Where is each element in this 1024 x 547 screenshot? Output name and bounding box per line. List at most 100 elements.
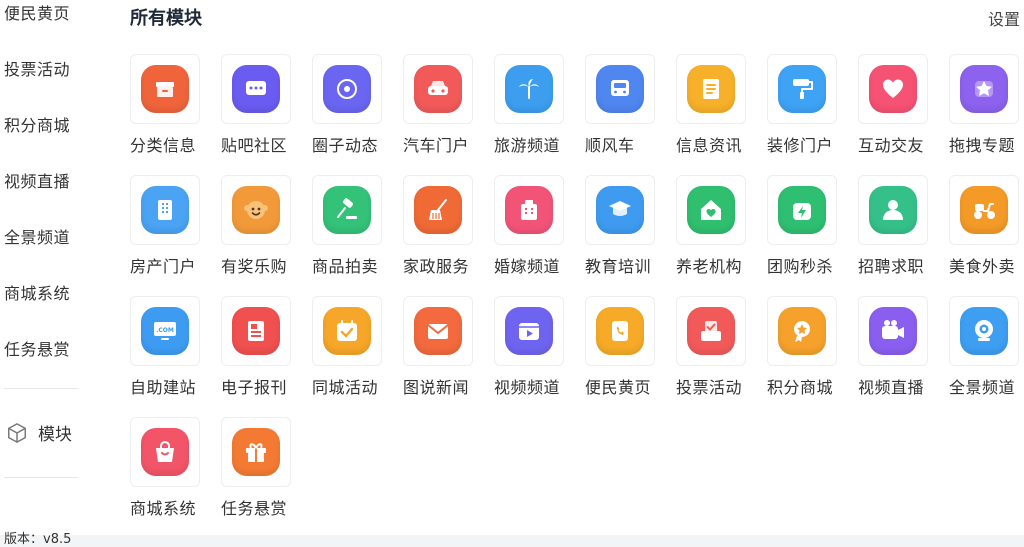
module-icon-frame[interactable]	[494, 296, 564, 366]
sidebar: 便民黄页 投票活动 积分商城 视频直播 全景频道 商城系统 任务悬赏 模块 版本…	[0, 0, 104, 547]
module-icon-frame[interactable]: .COM	[130, 296, 200, 366]
module-tile[interactable]: 贴吧社区	[221, 54, 312, 175]
module-label: 房产门户	[130, 257, 197, 276]
module-tile[interactable]: 视频频道	[494, 296, 585, 417]
module-tile[interactable]: 投票活动	[676, 296, 767, 417]
live-camera-icon	[869, 307, 917, 355]
module-icon-frame[interactable]	[858, 175, 928, 245]
video-icon	[505, 307, 553, 355]
sidebar-item-points-mall[interactable]: 积分商城	[4, 112, 70, 136]
module-tile[interactable]: .COM 自助建站	[130, 296, 221, 417]
sidebar-item-mall-system[interactable]: 商城系统	[4, 280, 70, 304]
module-icon-frame[interactable]	[676, 54, 746, 124]
module-icon-frame[interactable]	[949, 296, 1019, 366]
module-tile[interactable]: 养老机构	[676, 175, 767, 296]
module-icon-frame[interactable]	[494, 54, 564, 124]
gift-icon	[232, 428, 280, 476]
ballot-icon	[687, 307, 735, 355]
module-tile[interactable]: 顺风车	[585, 54, 676, 175]
module-icon-frame[interactable]	[767, 175, 837, 245]
module-tile[interactable]: 装修门户	[767, 54, 858, 175]
module-tile[interactable]: 电子报刊	[221, 296, 312, 417]
sidebar-item-live-video[interactable]: 视频直播	[4, 168, 70, 192]
module-label: 贴吧社区	[221, 136, 288, 155]
module-tile[interactable]: 美食外卖	[949, 175, 1024, 296]
module-label: 婚嫁频道	[494, 257, 561, 276]
module-icon-frame[interactable]	[221, 296, 291, 366]
module-label: 信息资讯	[676, 136, 743, 155]
module-tile[interactable]: 房产门户	[130, 175, 221, 296]
module-tile[interactable]: 汽车门户	[403, 54, 494, 175]
module-tile[interactable]: 积分商城	[767, 296, 858, 417]
sidebar-item-panorama[interactable]: 全景频道	[4, 224, 70, 248]
module-icon-frame[interactable]	[858, 54, 928, 124]
module-icon-frame[interactable]	[312, 54, 382, 124]
module-icon-frame[interactable]	[312, 296, 382, 366]
module-icon-frame[interactable]	[130, 54, 200, 124]
chat-icon	[232, 65, 280, 113]
module-label: 顺风车	[585, 136, 635, 155]
module-tile[interactable]: 便民黄页	[585, 296, 676, 417]
module-icon-frame[interactable]	[949, 54, 1019, 124]
module-label: 同城活动	[312, 378, 379, 397]
module-tile[interactable]: 同城活动	[312, 296, 403, 417]
module-tile[interactable]: 圈子动态	[312, 54, 403, 175]
sidebar-item-yellow-pages[interactable]: 便民黄页	[4, 0, 70, 24]
box-icon	[141, 65, 189, 113]
module-tile[interactable]: 图说新闻	[403, 296, 494, 417]
cube-icon	[8, 422, 26, 443]
module-tile[interactable]: 家政服务	[403, 175, 494, 296]
shopping-bag-icon	[141, 428, 189, 476]
sidebar-item-modules[interactable]: 模块	[6, 420, 72, 445]
module-tile[interactable]: 婚嫁频道	[494, 175, 585, 296]
module-label: 拖拽专题	[949, 136, 1016, 155]
module-icon-frame[interactable]	[221, 175, 291, 245]
module-icon-frame[interactable]	[312, 175, 382, 245]
module-icon-frame[interactable]	[767, 296, 837, 366]
module-tile[interactable]: 信息资讯	[676, 54, 767, 175]
module-icon-frame[interactable]	[858, 296, 928, 366]
module-tile[interactable]: 招聘求职	[858, 175, 949, 296]
module-icon-frame[interactable]	[221, 54, 291, 124]
module-icon-frame[interactable]	[767, 54, 837, 124]
module-tile[interactable]: 商城系统	[130, 417, 221, 538]
module-label: 图说新闻	[403, 378, 470, 397]
module-label: 美食外卖	[949, 257, 1016, 276]
module-label: 任务悬赏	[221, 499, 288, 518]
module-icon-frame[interactable]	[221, 417, 291, 487]
module-icon-frame[interactable]	[676, 175, 746, 245]
sidebar-item-voting[interactable]: 投票活动	[4, 56, 70, 80]
module-tile[interactable]: 教育培训	[585, 175, 676, 296]
module-icon-frame[interactable]	[494, 175, 564, 245]
module-tile[interactable]: 商品拍卖	[312, 175, 403, 296]
module-tile[interactable]: 旅游频道	[494, 54, 585, 175]
svg-text:.COM: .COM	[156, 327, 174, 334]
hotel-icon	[505, 186, 553, 234]
module-tile[interactable]: 任务悬赏	[221, 417, 312, 538]
module-icon-frame[interactable]	[585, 175, 655, 245]
module-tile[interactable]: 互动交友	[858, 54, 949, 175]
settings-link[interactable]: 设置	[988, 6, 1020, 30]
module-icon-frame[interactable]	[403, 296, 473, 366]
module-icon-frame[interactable]	[676, 296, 746, 366]
monkey-icon	[232, 186, 280, 234]
newspaper-icon	[232, 307, 280, 355]
module-icon-frame[interactable]	[403, 175, 473, 245]
module-tile[interactable]: 有奖乐购	[221, 175, 312, 296]
module-icon-frame[interactable]	[403, 54, 473, 124]
module-label: 教育培训	[585, 257, 652, 276]
module-tile[interactable]: 分类信息	[130, 54, 221, 175]
module-icon-frame[interactable]	[949, 175, 1019, 245]
car-icon	[414, 65, 462, 113]
sidebar-item-task-reward[interactable]: 任务悬赏	[4, 336, 70, 360]
module-label: 养老机构	[676, 257, 743, 276]
module-icon-frame[interactable]	[585, 296, 655, 366]
panorama-camera-icon	[960, 307, 1008, 355]
module-icon-frame[interactable]	[585, 54, 655, 124]
module-tile[interactable]: 团购秒杀	[767, 175, 858, 296]
module-tile[interactable]: 视频直播	[858, 296, 949, 417]
module-icon-frame[interactable]	[130, 175, 200, 245]
module-tile[interactable]: 全景频道	[949, 296, 1024, 417]
module-icon-frame[interactable]	[130, 417, 200, 487]
module-tile[interactable]: 拖拽专题	[949, 54, 1024, 175]
